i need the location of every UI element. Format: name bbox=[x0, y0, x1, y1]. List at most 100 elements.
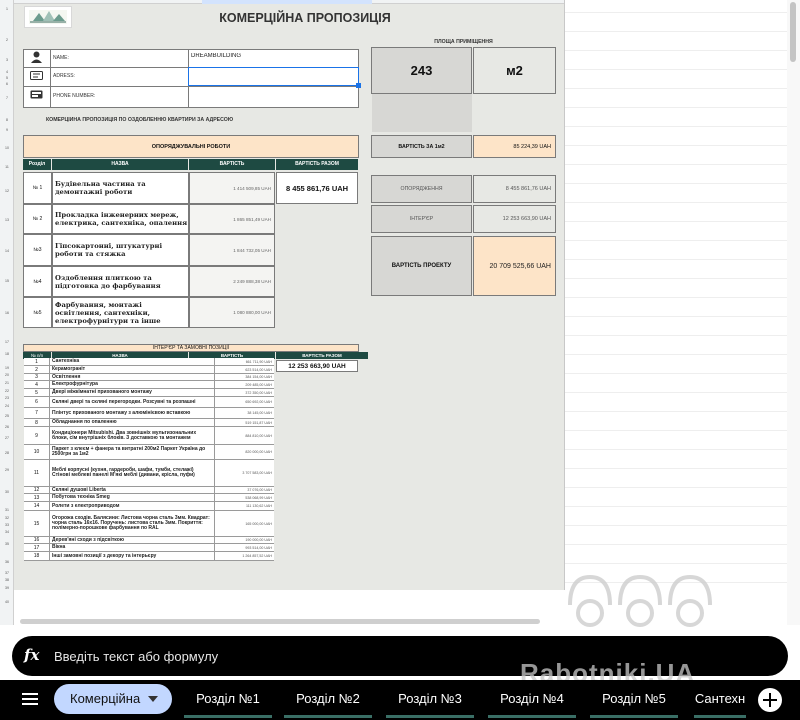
row-number[interactable]: 24 bbox=[0, 404, 14, 408]
interior-row[interactable]: 11 Меблі корпусні (кухня, гардероби, шафи… bbox=[24, 460, 274, 487]
interior-row[interactable]: 1 Сантехніка 661 711,90 UAH bbox=[24, 358, 274, 366]
sheet-tab[interactable]: Розділ №1 bbox=[180, 684, 276, 718]
vertical-scrollbar[interactable] bbox=[787, 0, 800, 625]
plus-icon[interactable] bbox=[758, 688, 782, 712]
row-number[interactable]: 11 bbox=[0, 165, 14, 169]
finishing-row-value[interactable]: 2 249 888,38 UAH bbox=[189, 266, 275, 297]
interior-row[interactable]: 16 Дерев'яні сходи з підсвіткою 190 000,00… bbox=[24, 537, 274, 544]
row-number[interactable]: 36 bbox=[0, 560, 14, 564]
finishing-row-name[interactable]: Оздоблення плиткою та підготовка до фарб… bbox=[52, 266, 189, 297]
row-number[interactable]: 1 bbox=[0, 7, 14, 11]
empty-cells-area[interactable] bbox=[564, 0, 787, 590]
interior-row[interactable]: 3 Освітлення 384 154,00 UAH bbox=[24, 374, 274, 381]
sheet-tab[interactable]: Сантехн bbox=[690, 684, 750, 718]
row-number[interactable]: 29 bbox=[0, 468, 14, 472]
finishing-row-name[interactable]: Гіпсокартонні, штукатурні роботи та стяж… bbox=[52, 234, 189, 266]
row-number[interactable]: 22 bbox=[0, 389, 14, 393]
interior-row[interactable]: 2 Керамограніт 623 514,00 UAH bbox=[24, 366, 274, 374]
row-number[interactable]: 6 bbox=[0, 82, 14, 86]
tab-commercial-active[interactable]: Комерційна bbox=[54, 684, 172, 714]
row-number[interactable]: 4 bbox=[0, 70, 14, 74]
interior-row[interactable]: 6 Скляні двері та скляні перегородки. Роз… bbox=[24, 397, 274, 408]
interior-row[interactable]: 12 Скляні душові Liberta 37 076,00 UAH bbox=[24, 487, 274, 494]
interior-row[interactable]: 9 Кондиціонери Mitsubishi. Два зовнішніх … bbox=[24, 427, 274, 445]
interior-row[interactable]: 5 Двері міжкімнатні прихованого монтажу 37… bbox=[24, 389, 274, 397]
sheet-tab[interactable]: Розділ №5 bbox=[586, 684, 682, 718]
menu-icon[interactable] bbox=[22, 692, 38, 706]
row-number[interactable]: 16 bbox=[0, 311, 14, 315]
row-number[interactable]: 27 bbox=[0, 436, 14, 440]
row-number[interactable]: 20 bbox=[0, 373, 14, 377]
finishing-total[interactable]: 8 455 861,76 UAH bbox=[276, 172, 358, 204]
row-number[interactable]: 37 bbox=[0, 571, 14, 575]
row-number[interactable]: 38 bbox=[0, 578, 14, 582]
row-number[interactable]: 12 bbox=[0, 189, 14, 193]
row-number[interactable]: 3 bbox=[0, 58, 14, 62]
spreadsheet-grid[interactable]: 1 2 3 4 5 6 7 8 9 10 11 12 13 14 15 16 17 18 19 20 21 22 23 24 2… bbox=[0, 0, 800, 632]
summary-finishing-value[interactable]: 8 455 861,76 UAH bbox=[473, 175, 556, 203]
finishing-row-name[interactable]: Будівельна частина та демонтажні роботи bbox=[52, 172, 189, 204]
row-number[interactable]: 15 bbox=[0, 279, 14, 283]
interior-row[interactable]: 7 Плінтус прихованого монтажу з алюмінієв… bbox=[24, 408, 274, 419]
interior-row[interactable]: 13 Побутова техніка Smeg 538 068,99 UAH bbox=[24, 494, 274, 502]
finishing-row-value[interactable]: 1 844 732,05 UAH bbox=[189, 234, 275, 266]
row-number[interactable]: 18 bbox=[0, 352, 14, 356]
finishing-row-value[interactable]: 1 080 880,00 UAH bbox=[189, 297, 275, 328]
phone-card-icon bbox=[30, 90, 43, 99]
row-number[interactable]: 19 bbox=[0, 366, 14, 370]
name-value[interactable]: DREAMBUILDING bbox=[191, 53, 351, 59]
row-number[interactable]: 26 bbox=[0, 425, 14, 429]
row-number[interactable]: 30 bbox=[0, 490, 14, 494]
area-value[interactable]: 243 bbox=[371, 47, 472, 94]
vertical-scroll-thumb[interactable] bbox=[790, 2, 796, 62]
row-number[interactable]: 21 bbox=[0, 381, 14, 385]
horizontal-scrollbar[interactable] bbox=[20, 619, 540, 624]
row-number[interactable]: 35 bbox=[0, 542, 14, 546]
selection-fill-handle[interactable] bbox=[356, 83, 361, 88]
interior-row[interactable]: 8 Обладнання по опаленню 519 151,87 UAH bbox=[24, 419, 274, 427]
finishing-row-name[interactable]: Прокладка інженерних мереж, електрика, с… bbox=[52, 204, 189, 234]
interior-row[interactable]: 4 Електрофурнітура 209 485,00 UAH bbox=[24, 381, 274, 389]
row-number[interactable]: 2 bbox=[0, 38, 14, 42]
row-number[interactable]: 8 bbox=[0, 118, 14, 122]
finishing-row-name[interactable]: Фарбування, монтажі освітлення, сантехні… bbox=[52, 297, 189, 328]
finishing-row-value[interactable]: 1 865 851,49 UAH bbox=[189, 204, 275, 234]
interior-total[interactable]: 12 253 663,90 UAH bbox=[276, 360, 358, 372]
dropdown-caret-icon[interactable] bbox=[148, 696, 158, 702]
fx-icon[interactable]: fx bbox=[24, 646, 39, 664]
sheet-tab[interactable]: Розділ №3 bbox=[382, 684, 478, 718]
summary-interior-value[interactable]: 12 253 663,90 UAH bbox=[473, 205, 556, 233]
row-number[interactable]: 25 bbox=[0, 414, 14, 418]
row-header-strip[interactable]: 1 2 3 4 5 6 7 8 9 10 11 12 13 14 15 16 17 18 19 20 21 22 23 24 2… bbox=[0, 0, 14, 625]
row-number[interactable]: 33 bbox=[0, 523, 14, 527]
sheet-tab-label: Розділ №2 bbox=[296, 691, 360, 706]
row-number[interactable]: 10 bbox=[0, 146, 14, 150]
row-number[interactable]: 9 bbox=[0, 128, 14, 132]
project-total-value[interactable]: 20 709 525,66 UAH bbox=[473, 236, 556, 296]
row-number[interactable]: 23 bbox=[0, 396, 14, 400]
interior-row[interactable]: 17 Вікна 993 514,00 UAH bbox=[24, 544, 274, 552]
row-number[interactable]: 34 bbox=[0, 530, 14, 534]
interior-row[interactable]: 10 Паркет з клеєм + фанера та витратні 20… bbox=[24, 445, 274, 460]
finishing-col-total: ВАРТІСТЬ РАЗОМ bbox=[276, 159, 358, 170]
adress-value-cell-selected[interactable] bbox=[188, 67, 359, 86]
row-number[interactable]: 31 bbox=[0, 508, 14, 512]
row-number[interactable]: 17 bbox=[0, 340, 14, 344]
row-number[interactable]: 32 bbox=[0, 516, 14, 520]
interior-row[interactable]: 18 Інші замовні позиції з декору та інтер… bbox=[24, 552, 274, 561]
row-number[interactable]: 39 bbox=[0, 586, 14, 590]
interior-row[interactable]: 15 Огорожа сходів. Балясини: Листова чорн… bbox=[24, 511, 274, 537]
row-number[interactable]: 28 bbox=[0, 451, 14, 455]
sheet-tab[interactable]: Розділ №2 bbox=[280, 684, 376, 718]
sheet-tab[interactable]: Розділ №4 bbox=[484, 684, 580, 718]
row-number[interactable]: 13 bbox=[0, 218, 14, 222]
row-number[interactable]: 7 bbox=[0, 96, 14, 100]
interior-row[interactable]: 14 Ролети з електроприводом 111 130,62 UAH bbox=[24, 502, 274, 511]
finishing-row-value[interactable]: 1 414 509,85 UAH bbox=[189, 172, 275, 204]
row-number[interactable]: 40 bbox=[0, 600, 14, 604]
price-per-m2-value[interactable]: 85 224,39 UAH bbox=[473, 135, 556, 158]
row-number[interactable]: 14 bbox=[0, 249, 14, 253]
grid-line bbox=[565, 164, 787, 165]
grid-line bbox=[565, 506, 787, 507]
row-number[interactable]: 5 bbox=[0, 76, 14, 80]
